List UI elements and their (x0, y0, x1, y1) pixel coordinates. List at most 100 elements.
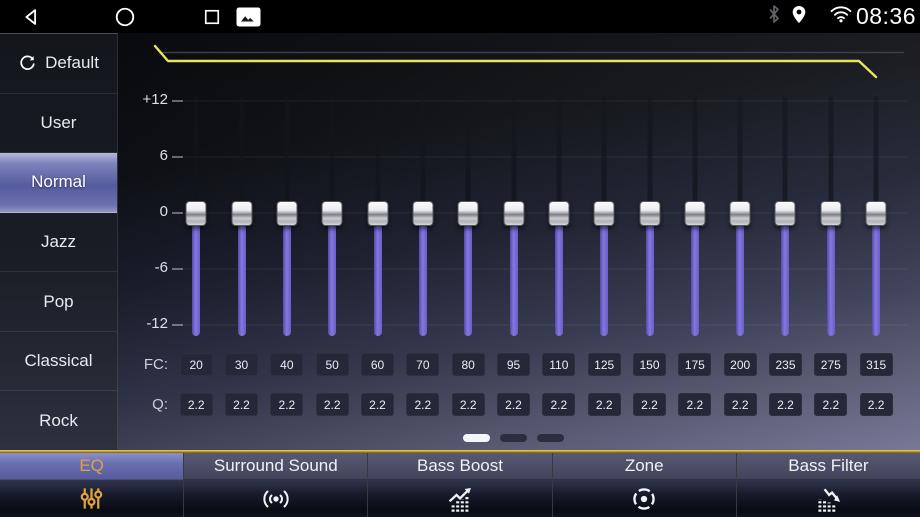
slider-handle[interactable] (548, 200, 570, 226)
slider-handle[interactable] (321, 200, 343, 226)
eq-band-slider-175hz[interactable] (683, 33, 707, 373)
tab-bass-filter[interactable]: Bass Filter (735, 450, 920, 517)
eq-band-slider-50hz[interactable] (320, 33, 344, 373)
nav-buttons (0, 0, 261, 33)
slider-handle[interactable] (639, 200, 660, 226)
fc-value-box[interactable]: 200 (723, 353, 757, 376)
slider-fill (736, 224, 745, 336)
fc-value-box[interactable]: 275 (814, 353, 848, 376)
fc-value-box[interactable]: 110 (542, 353, 576, 376)
eq-band-slider-80hz[interactable] (456, 33, 480, 373)
fc-value-box[interactable]: 60 (361, 353, 395, 376)
slider-handle[interactable] (729, 200, 751, 226)
fc-value-box[interactable]: 50 (315, 353, 349, 376)
eq-band-slider-70hz[interactable] (411, 33, 435, 373)
tab-eq[interactable]: EQ (0, 450, 184, 517)
page-dot-2[interactable] (500, 434, 527, 442)
scale-label: -6 (154, 259, 168, 276)
slider-handle[interactable] (865, 200, 887, 226)
slider-fill (418, 224, 427, 336)
eq-band-slider-125hz[interactable] (592, 33, 616, 373)
preset-item-jazz[interactable]: Jazz (0, 213, 117, 273)
fc-value-box[interactable]: 20 (179, 353, 213, 376)
q-value-box[interactable]: 2.2 (723, 393, 757, 416)
fc-value-box[interactable]: 40 (270, 353, 304, 376)
q-value-box[interactable]: 2.2 (542, 393, 576, 416)
q-value-box[interactable]: 2.2 (768, 393, 802, 416)
fc-value-box[interactable]: 95 (497, 353, 530, 376)
slider-fill (282, 224, 291, 336)
q-value-box[interactable]: 2.2 (497, 393, 530, 416)
screenshot-thumbnail-icon[interactable] (236, 7, 261, 27)
preset-item-rock[interactable]: Rock (0, 391, 117, 450)
slider-handle[interactable] (185, 200, 207, 226)
slider-fill (872, 224, 881, 336)
eq-band-slider-20hz[interactable] (184, 33, 208, 373)
eq-band-slider-150hz[interactable] (638, 33, 662, 373)
fc-value-box[interactable]: 125 (587, 353, 621, 376)
slider-handle[interactable] (457, 200, 479, 226)
slider-handle[interactable] (820, 200, 842, 226)
slider-handle[interactable] (412, 200, 434, 226)
q-value-box[interactable]: 2.2 (678, 393, 712, 416)
slider-handle[interactable] (684, 200, 706, 226)
eq-band-slider-315hz[interactable] (864, 33, 888, 373)
wifi-icon (829, 5, 853, 28)
tab-zone[interactable]: Zone (551, 450, 736, 517)
recents-icon[interactable] (202, 7, 222, 27)
fc-row-label: FC: (143, 356, 168, 373)
fc-value-box[interactable]: 30 (225, 353, 259, 376)
eq-band-slider-60hz[interactable] (366, 33, 390, 373)
q-value-box[interactable]: 2.2 (814, 393, 848, 416)
tab-surround-sound[interactable]: Surround Sound (183, 450, 368, 517)
fc-value-box[interactable]: 315 (859, 353, 893, 376)
tab-label: Zone (552, 453, 736, 480)
q-value-box[interactable]: 2.2 (179, 393, 213, 416)
preset-item-default[interactable]: Default (0, 34, 117, 94)
q-value-box[interactable]: 2.2 (451, 393, 485, 416)
q-value-box[interactable]: 2.2 (361, 393, 395, 416)
preset-item-classical[interactable]: Classical (0, 332, 117, 392)
home-icon[interactable] (114, 6, 136, 28)
page-dot-1[interactable] (463, 434, 490, 442)
eq-band-slider-95hz[interactable] (502, 33, 526, 373)
preset-label: Normal (31, 172, 86, 192)
q-value-box[interactable]: 2.2 (270, 393, 304, 416)
fc-value-box[interactable]: 235 (768, 353, 802, 376)
dsp-tab-bar: EQ Surround Sound Bass Boost Zone Bass Filte… (0, 450, 920, 517)
slider-handle[interactable] (593, 200, 615, 226)
page-dot-3[interactable] (537, 434, 564, 442)
q-value-box[interactable]: 2.2 (587, 393, 621, 416)
slider-handle[interactable] (503, 200, 524, 226)
bass-filter-icon (736, 480, 920, 517)
preset-item-normal[interactable]: Normal (0, 153, 117, 213)
fc-value-box[interactable]: 70 (406, 353, 440, 376)
fc-value-box[interactable]: 80 (451, 353, 485, 376)
eq-band-slider-235hz[interactable] (773, 33, 797, 373)
eq-band-slider-110hz[interactable] (547, 33, 571, 373)
q-value-box[interactable]: 2.2 (225, 393, 259, 416)
eq-band-slider-275hz[interactable] (819, 33, 843, 373)
q-value-box[interactable]: 2.2 (406, 393, 440, 416)
slider-handle[interactable] (774, 200, 796, 226)
q-value-box[interactable]: 2.2 (633, 393, 666, 416)
slider-fill (373, 224, 382, 336)
preset-item-user[interactable]: User (0, 94, 117, 154)
fc-value-box[interactable]: 175 (678, 353, 712, 376)
slider-fill (826, 224, 835, 336)
preset-sidebar: Default User Normal Jazz Pop Classical Rock (0, 33, 118, 450)
slider-handle[interactable] (367, 200, 389, 226)
q-value-box[interactable]: 2.2 (859, 393, 893, 416)
refresh-icon (18, 54, 37, 73)
back-icon[interactable] (20, 6, 42, 28)
clock: 08:36 (855, 3, 916, 29)
preset-item-pop[interactable]: Pop (0, 272, 117, 332)
slider-handle[interactable] (276, 200, 298, 226)
eq-band-slider-30hz[interactable] (230, 33, 254, 373)
slider-handle[interactable] (231, 200, 253, 226)
eq-band-slider-40hz[interactable] (275, 33, 299, 373)
q-value-box[interactable]: 2.2 (315, 393, 349, 416)
fc-value-box[interactable]: 150 (633, 353, 666, 376)
eq-band-slider-200hz[interactable] (728, 33, 752, 373)
tab-bass-boost[interactable]: Bass Boost (367, 450, 552, 517)
